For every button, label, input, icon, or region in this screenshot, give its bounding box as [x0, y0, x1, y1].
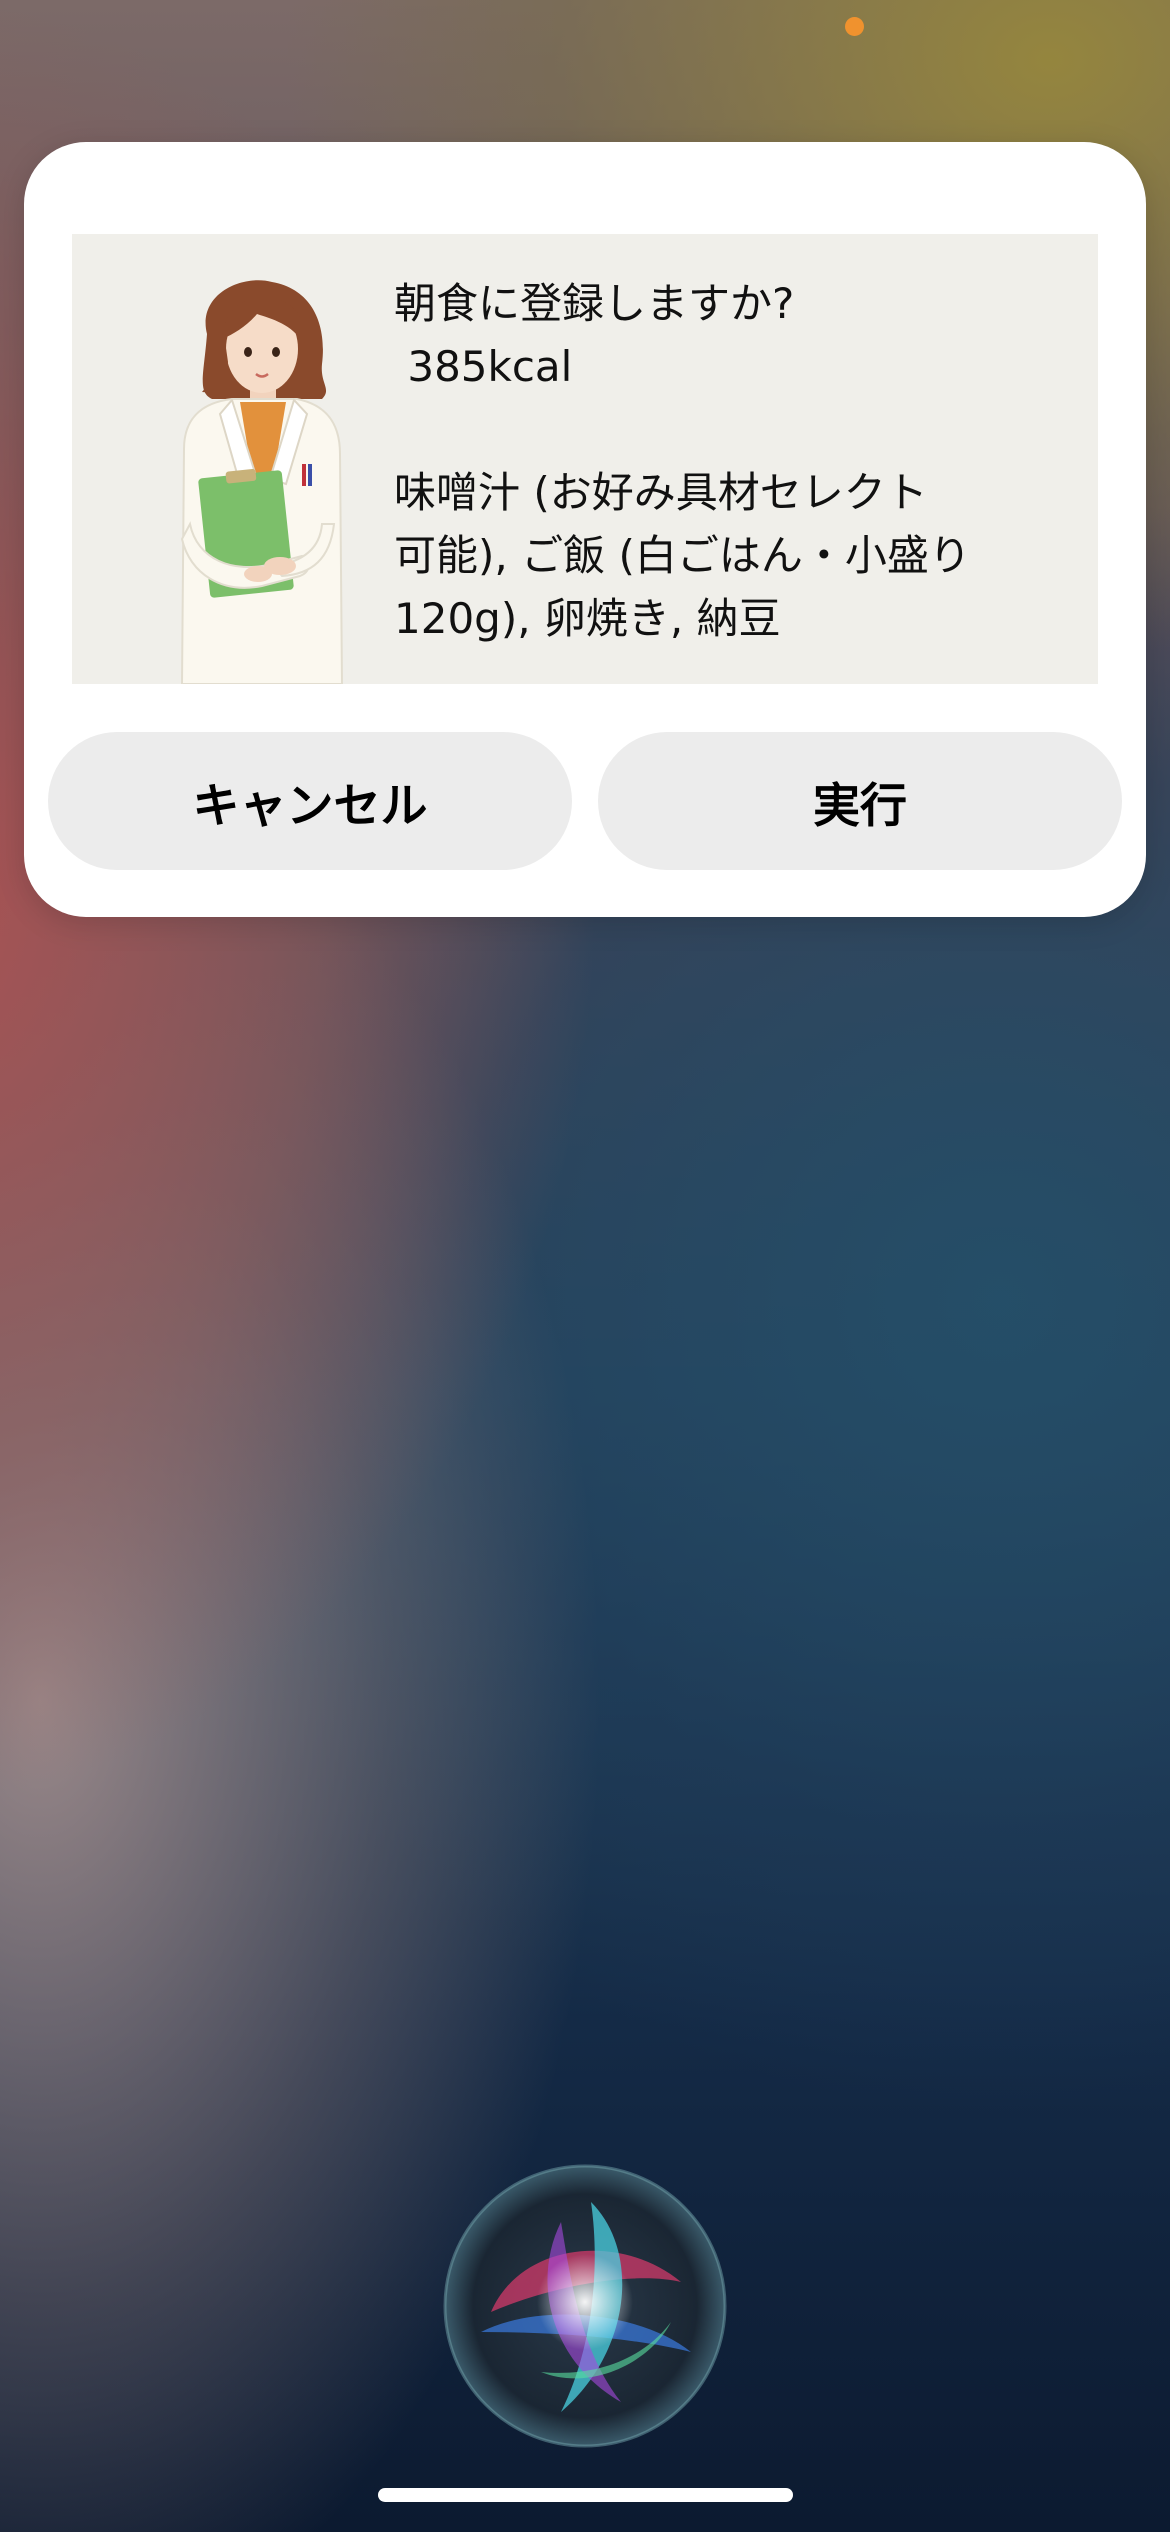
nutritionist-avatar-icon [162, 274, 362, 685]
question-text: 朝食に登録しますか? [394, 279, 795, 328]
run-button[interactable]: 実行 [598, 732, 1122, 870]
content-panel: 朝食に登録しますか? 385kcal 味噌汁 (お好み具材セレクト 可能), ご… [72, 234, 1098, 685]
confirmation-dialog: 朝食に登録しますか? 385kcal 味噌汁 (お好み具材セレクト 可能), ご… [24, 142, 1146, 917]
siri-orb-icon[interactable] [441, 2162, 729, 2450]
menu-line: 120g), 卵焼き, 納豆 [394, 594, 781, 643]
menu-line: 味噌汁 (お好み具材セレクト [394, 468, 928, 517]
camera-in-use-indicator [845, 17, 864, 36]
calories-text: 385kcal [394, 342, 573, 391]
menu-line: 可能), ご飯 (白ごはん・小盛り [394, 531, 971, 580]
home-indicator[interactable] [378, 2488, 793, 2502]
confirmation-text: 朝食に登録しますか? 385kcal 味噌汁 (お好み具材セレクト 可能), ご… [394, 272, 1074, 650]
cancel-button[interactable]: キャンセル [48, 732, 572, 870]
